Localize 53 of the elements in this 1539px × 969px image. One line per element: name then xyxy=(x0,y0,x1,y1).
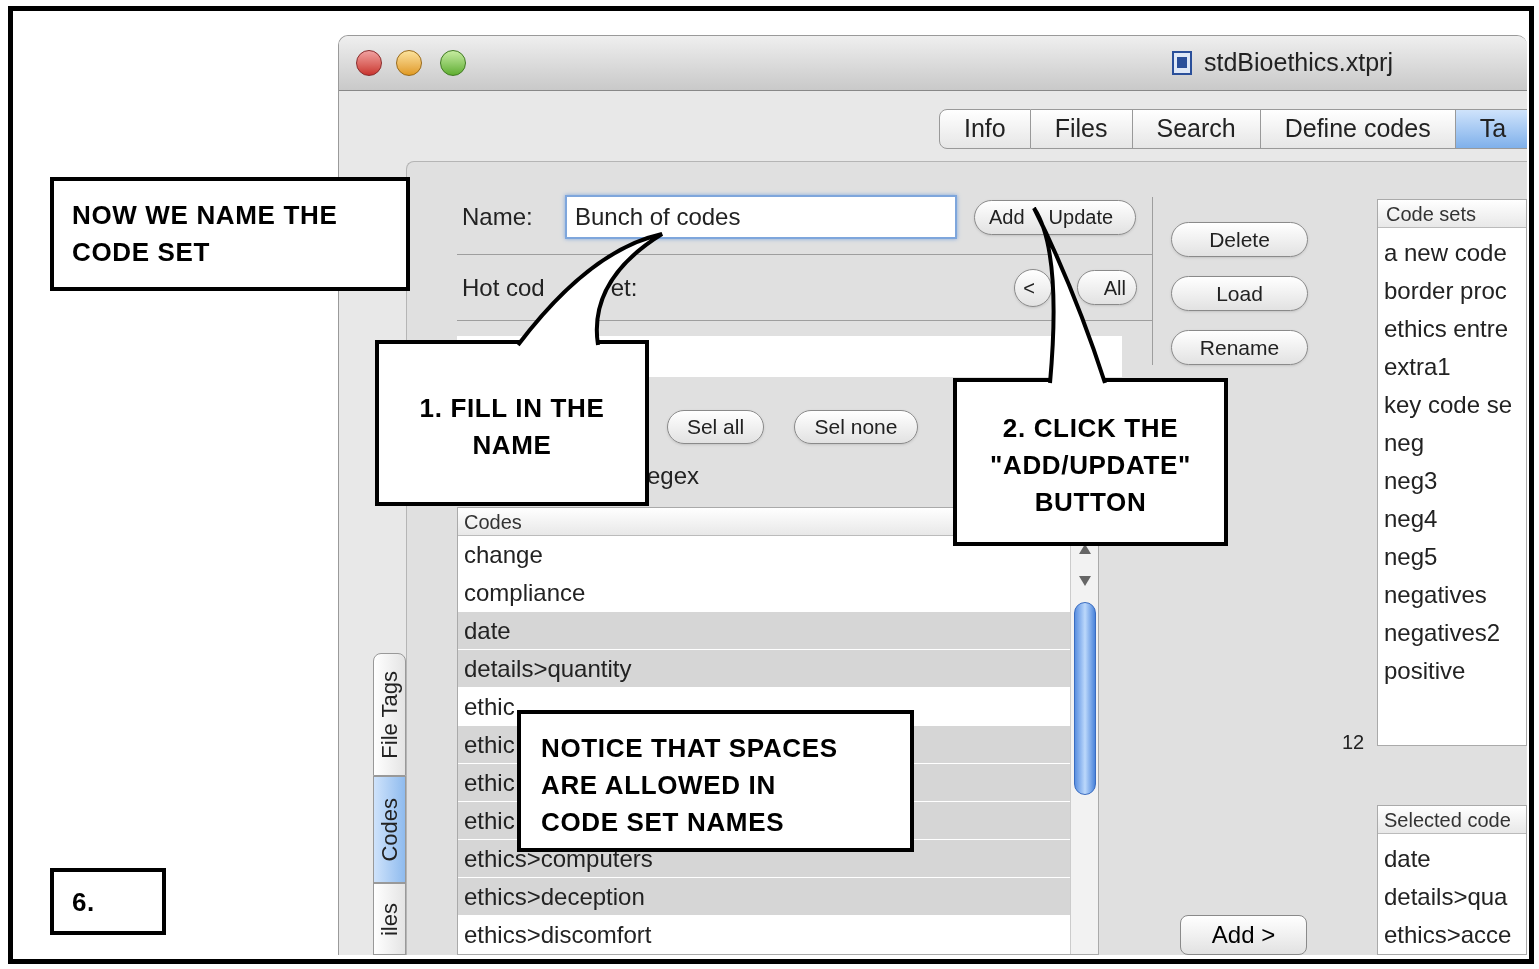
tab[interactable]: Search xyxy=(1132,109,1261,149)
list-row[interactable]: extra1 xyxy=(1378,348,1526,386)
select-all-button[interactable]: Sel all xyxy=(667,410,764,444)
label-fragment: et: xyxy=(610,272,638,303)
list-row[interactable]: neg5 xyxy=(1378,538,1526,576)
item-count: 12 xyxy=(1342,731,1365,753)
document-icon xyxy=(1172,51,1192,75)
tab[interactable]: Info xyxy=(939,109,1031,149)
close-button[interactable] xyxy=(356,50,382,76)
action-button[interactable]: Delete xyxy=(1171,222,1308,257)
action-button[interactable]: Rename xyxy=(1171,330,1308,365)
list-row[interactable]: details>quantity xyxy=(458,650,1070,688)
callout-tooltip: NOTICE THAT SPACES ARE ALLOWED IN CODE SET NAMES xyxy=(517,710,914,852)
minimize-button[interactable] xyxy=(396,50,422,76)
list-row[interactable]: border proc xyxy=(1378,272,1526,310)
window-title: stdBioethics.xtprj xyxy=(1204,47,1393,79)
field-label: Name: xyxy=(461,202,534,232)
tab[interactable]: Define codes xyxy=(1260,109,1456,149)
list-row[interactable]: key code se xyxy=(1378,386,1526,424)
list-row[interactable]: ethics entre xyxy=(1378,310,1526,348)
list-row[interactable]: ethics>deception xyxy=(458,878,1070,916)
scroll-up-icon[interactable] xyxy=(1078,544,1091,554)
list-row[interactable]: neg3 xyxy=(1378,462,1526,500)
all-button[interactable]: All xyxy=(1077,270,1137,306)
list-row[interactable]: date xyxy=(458,612,1070,650)
scroll-thumb[interactable] xyxy=(1073,602,1096,795)
action-button[interactable]: Load xyxy=(1171,276,1308,311)
list-row[interactable]: details>qua xyxy=(1378,878,1526,916)
list-row[interactable]: ethics>acce xyxy=(1378,916,1526,954)
list-row[interactable]: neg xyxy=(1378,424,1526,462)
callout-tooltip: NOW WE NAME THE CODE SET xyxy=(50,177,410,291)
side-tab[interactable]: Codes xyxy=(373,776,406,884)
list-row[interactable]: date xyxy=(1378,840,1526,878)
zoom-button[interactable] xyxy=(440,50,466,76)
list-row[interactable]: neg4 xyxy=(1378,500,1526,538)
tab[interactable]: Files xyxy=(1030,109,1133,149)
list-row[interactable]: negatives2 xyxy=(1378,614,1526,652)
callout-tooltip: 2. CLICK THE "ADD/UPDATE" BUTTON xyxy=(953,378,1228,546)
slide-number-tooltip: 6. xyxy=(50,868,166,935)
side-tab[interactable]: File Tags xyxy=(373,653,406,777)
previous-button[interactable]: < xyxy=(1014,268,1052,307)
list-row[interactable]: positive xyxy=(1378,652,1526,690)
add-update-button[interactable]: Add Update xyxy=(974,199,1136,235)
scroll-down-icon[interactable] xyxy=(1078,576,1091,586)
checkbox-label: egex xyxy=(647,461,700,491)
label-fragment: Hot cod xyxy=(461,272,545,303)
select-none-button[interactable]: Sel none xyxy=(794,410,918,444)
side-tab[interactable]: iles xyxy=(373,883,406,955)
add-button[interactable]: Add > xyxy=(1180,915,1307,955)
tab[interactable]: Ta xyxy=(1455,109,1527,149)
list-row[interactable]: a new code xyxy=(1378,234,1526,272)
name-field[interactable]: Bunch of codes xyxy=(565,195,957,239)
list-row[interactable]: negatives xyxy=(1378,576,1526,614)
